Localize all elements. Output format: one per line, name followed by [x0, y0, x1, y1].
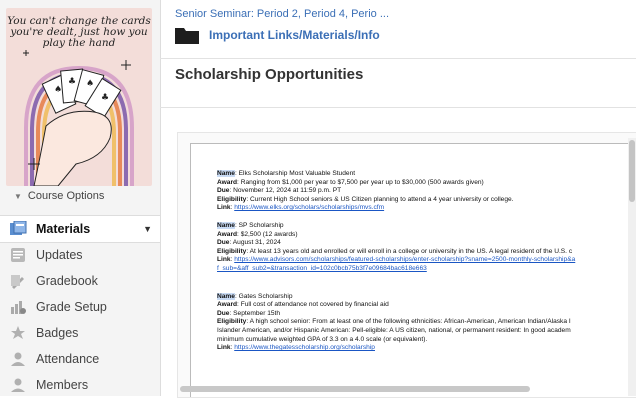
page-title: Scholarship Opportunities	[175, 66, 364, 83]
sidebar-item-updates[interactable]: Updates	[0, 242, 160, 268]
award-value: : $2,500 (12 awards)	[237, 230, 298, 238]
due-label: Due	[217, 239, 230, 247]
members-icon	[8, 376, 28, 394]
updates-icon	[8, 246, 28, 264]
due-label: Due	[217, 187, 230, 195]
gradebook-icon	[8, 272, 28, 290]
scholarship-name: : SP Scholarship	[234, 221, 284, 229]
folder-title[interactable]: Important Links/Materials/Info	[209, 28, 380, 42]
attendance-icon	[8, 350, 28, 368]
course-options-label: Course Options	[27, 190, 105, 202]
breadcrumb[interactable]: Senior Seminar: Period 2, Period 4, Peri…	[175, 8, 389, 20]
eligibility-value-continued: Islander American, and/or Hispanic Ameri…	[217, 326, 571, 334]
folder-icon	[175, 26, 199, 44]
name-label: Name	[217, 170, 235, 177]
award-label: Award	[217, 230, 238, 238]
link-label: Link	[217, 344, 231, 352]
scholarship-link[interactable]: https://www.advisors.com/scholarships/fe…	[234, 256, 575, 263]
header-divider	[160, 58, 636, 59]
sidebar-item-label: Members	[36, 378, 89, 392]
sidebar-item-gradebook[interactable]: Gradebook	[0, 268, 160, 294]
link-label: Link	[217, 256, 231, 264]
document-page: Name: Elks Scholarship Most Valuable Stu…	[190, 143, 636, 397]
scholarship-link[interactable]: https://www.thegatesscholarship.org/scho…	[234, 344, 375, 351]
scholarship-name: : Gates Scholarship	[234, 292, 293, 300]
sidebar-item-label: Updates	[36, 248, 83, 262]
course-cover-image: ♠ ♣ ♠ ♣ You can't change the cards you're d…	[6, 8, 152, 186]
scholarship-entry: Name: Gates Scholarship Award: Full cost…	[217, 292, 571, 352]
award-value: : Ranging from $1,000 per year to $7,500…	[237, 178, 484, 186]
sidebar: ♠ ♣ ♠ ♣ You can't change the cards you're d…	[0, 0, 161, 396]
scholarship-entry: Name: Elks Scholarship Most Valuable Stu…	[217, 170, 514, 212]
due-label: Due	[217, 309, 230, 317]
svg-text:♣: ♣	[101, 93, 109, 103]
course-options-toggle[interactable]: ▼ Course Options	[14, 190, 104, 202]
svg-text:♠: ♠	[54, 85, 62, 95]
eligibility-label: Eligibility	[217, 318, 247, 326]
sidebar-item-badges[interactable]: Badges	[0, 320, 160, 346]
horizontal-scrollbar-thumb[interactable]	[180, 386, 530, 392]
due-value: : August 31, 2024	[229, 239, 281, 247]
grade-setup-icon	[8, 298, 28, 316]
scholarship-link[interactable]: https://www.elks.org/scholars/scholarshi…	[234, 204, 384, 211]
sidebar-item-attendance[interactable]: Attendance	[0, 346, 160, 372]
sidebar-item-label: Attendance	[36, 352, 100, 366]
scholarship-link-continued[interactable]: f_sub=&aff_sub2=&transaction_id=102c0bcb…	[217, 265, 427, 272]
chevron-down-icon[interactable]: ▼	[143, 224, 152, 234]
sidebar-item-label: Gradebook	[36, 274, 98, 288]
document-content: Name: Elks Scholarship Most Valuable Stu…	[217, 170, 636, 362]
sidebar-item-label: Materials	[36, 222, 91, 236]
eligibility-value-continued: minimum cumulative weighted GPA of 3.3 o…	[217, 335, 428, 343]
svg-text:♠: ♠	[86, 79, 94, 89]
materials-icon	[8, 220, 28, 238]
sidebar-item-label: Badges	[36, 326, 79, 340]
scholarship-name: : Elks Scholarship Most Valuable Student	[234, 170, 356, 177]
sidebar-item-members[interactable]: Members	[0, 372, 160, 398]
due-value: : September 15th	[229, 309, 281, 317]
svg-text:♣: ♣	[68, 77, 76, 87]
scholarship-entry: Name: SP Scholarship Award: $2,500 (12 a…	[217, 221, 576, 272]
eligibility-label: Eligibility	[217, 247, 247, 255]
link-label: Link	[217, 204, 231, 212]
vertical-scrollbar-thumb[interactable]	[629, 140, 635, 202]
eligibility-value: : A high school senior: From at least on…	[246, 318, 571, 326]
badges-icon	[8, 324, 28, 342]
award-label: Award	[217, 301, 238, 309]
sidebar-item-label: Grade Setup	[36, 300, 107, 314]
eligibility-label: Eligibility	[217, 195, 247, 203]
title-divider	[160, 107, 636, 108]
due-value: : November 12, 2024 at 11:59 p.m. PT	[229, 187, 342, 195]
sidebar-item-grade-setup[interactable]: Grade Setup	[0, 294, 160, 320]
cover-quote: You can't change the cards you're dealt,…	[7, 15, 151, 49]
award-label: Award	[217, 178, 238, 186]
eligibility-value: : At least 13 years old and enrolled or …	[246, 247, 573, 255]
name-label: Name	[217, 292, 235, 300]
triangle-down-icon: ▼	[14, 191, 22, 201]
sidebar-item-materials[interactable]: Materials ▼	[0, 215, 160, 243]
award-value: : Full cost of attendance not covered by…	[237, 301, 389, 309]
name-label: Name	[217, 221, 235, 229]
folder-header: Important Links/Materials/Info	[175, 26, 380, 44]
eligibility-value: : Current High School seniors & US Citiz…	[246, 195, 514, 203]
